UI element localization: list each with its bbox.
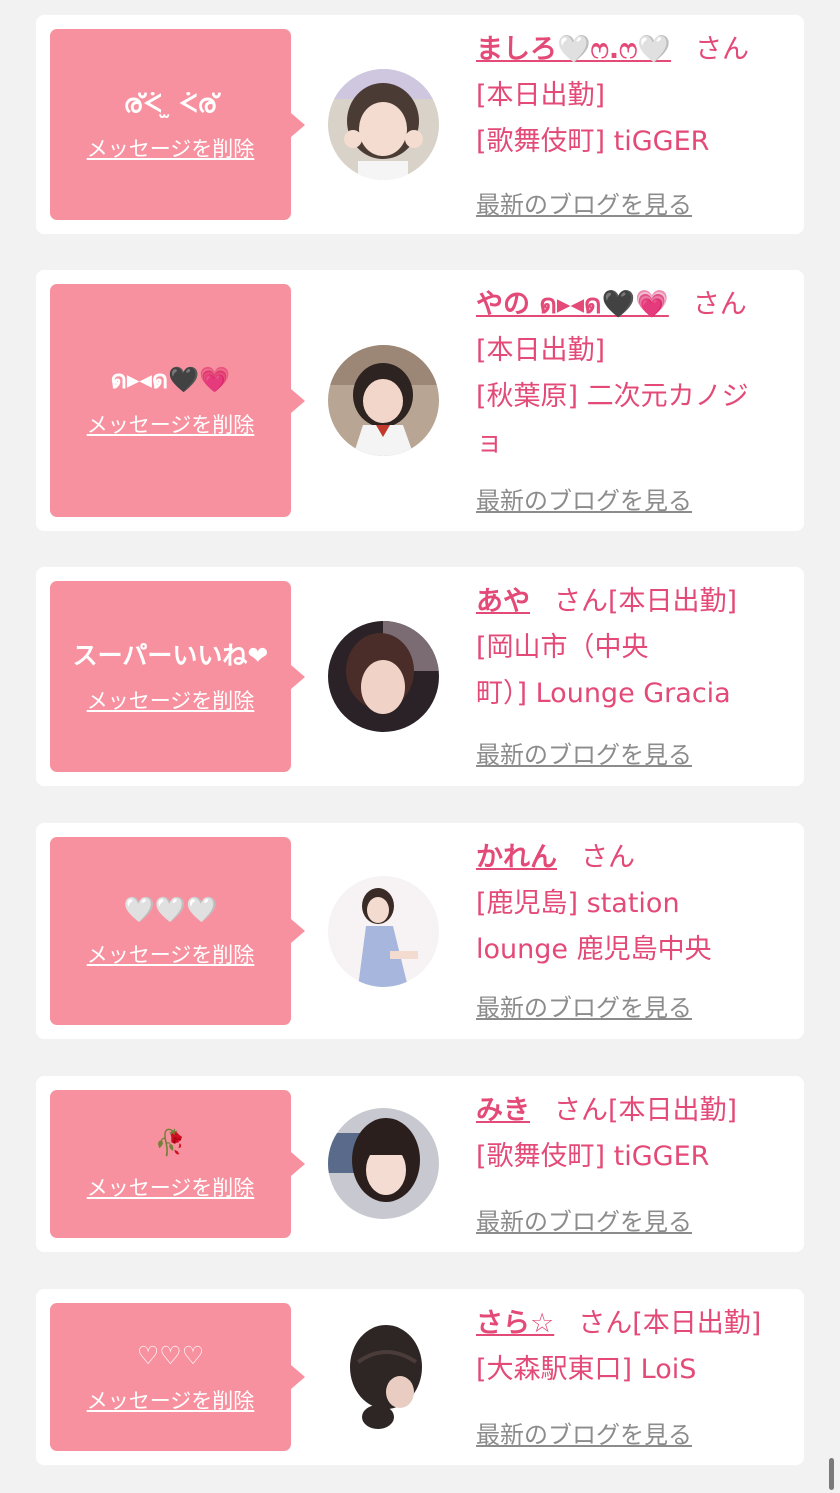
cast-info: やの ด▸◂ด🖤💗 さん [本日出勤] [秋葉原] 二次元カノジ ョ — [476, 282, 788, 466]
message-card: ♡♡♡ メッセージを削除 さら☆ さん[本日出勤] [大森駅東口] LoiS 最新… — [36, 1289, 804, 1465]
avatar[interactable] — [328, 621, 439, 732]
status-line: [本日出勤] — [476, 80, 606, 111]
message-bubble: 🤍🤍🤍 メッセージを削除 — [50, 837, 305, 1025]
message-text: ര്ᢵ ̫ ᢵര് — [123, 88, 218, 118]
blog-link[interactable]: 最新のブログを見る — [476, 735, 692, 770]
cast-info: さら☆ さん[本日出勤] [大森駅東口] LoiS — [476, 1301, 788, 1393]
message-bubble: 🥀 メッセージを削除 — [50, 1090, 305, 1238]
shop-line-cont: ョ — [476, 427, 503, 458]
message-bubble: ര്ᢵ ̫ ᢵര് メッセージを削除 — [50, 29, 305, 220]
cast-name-link[interactable]: やの ด▸◂ด🖤💗 — [476, 289, 669, 320]
blog-link[interactable]: 最新のブログを見る — [476, 481, 692, 516]
message-bubble: ด▸◂ด🖤💗 メッセージを削除 — [50, 284, 305, 517]
honorific: さん — [695, 34, 750, 65]
shop-line: [歌舞伎町] tiGGER — [476, 126, 710, 157]
shop-line: [秋葉原] 二次元カノジ — [476, 381, 749, 412]
cast-name-link[interactable]: みき — [476, 1095, 530, 1126]
message-text: ด▸◂ด🖤💗 — [110, 364, 231, 394]
shop-line: [歌舞伎町] tiGGER — [476, 1141, 710, 1172]
message-card: スーパーいいね❤ メッセージを削除 あや さん[本日出勤] [岡山市（中央 町）]… — [36, 567, 804, 786]
status-line: [本日出勤] — [476, 335, 606, 366]
cast-name-link[interactable]: あや — [476, 586, 530, 617]
delete-message-link[interactable]: メッセージを削除 — [87, 133, 255, 163]
message-text: 🥀 — [154, 1128, 187, 1157]
delete-message-link[interactable]: メッセージを削除 — [87, 939, 255, 969]
message-card: ด▸◂ด🖤💗 メッセージを削除 やの ด▸◂ด🖤💗 さん [本日出勤] [秋葉原]… — [36, 270, 804, 531]
cast-info: みき さん[本日出勤] [歌舞伎町] tiGGER — [476, 1088, 788, 1180]
avatar[interactable] — [328, 345, 439, 456]
blog-link[interactable]: 最新のブログを見る — [476, 1415, 692, 1450]
honorific: さん[本日出勤] — [554, 1095, 738, 1126]
blog-link[interactable]: 最新のブログを見る — [476, 1202, 692, 1237]
cast-info: ましろ🤍ෆ.ෆ🤍 さん [本日出勤] [歌舞伎町] tiGGER — [476, 27, 788, 165]
message-text: ♡♡♡ — [136, 1341, 205, 1370]
delete-message-link[interactable]: メッセージを削除 — [87, 1385, 255, 1415]
cast-info: かれん さん [鹿児島] station lounge 鹿児島中央 — [476, 835, 788, 973]
message-bubble: ♡♡♡ メッセージを削除 — [50, 1303, 305, 1451]
honorific: さん[本日出勤] — [554, 586, 738, 617]
avatar[interactable] — [328, 1322, 439, 1433]
delete-message-link[interactable]: メッセージを削除 — [87, 409, 255, 439]
message-bubble: スーパーいいね❤ メッセージを削除 — [50, 581, 305, 772]
delete-message-link[interactable]: メッセージを削除 — [87, 1172, 255, 1202]
blog-link[interactable]: 最新のブログを見る — [476, 185, 692, 220]
shop-line: [岡山市（中央 — [476, 632, 649, 663]
blog-link[interactable]: 最新のブログを見る — [476, 988, 692, 1023]
shop-line: [鹿児島] station — [476, 888, 680, 919]
message-card: ര്ᢵ ̫ ᢵര് メッセージを削除 ましろ🤍ෆ.ෆ🤍 さん [本日出勤] [歌舞… — [36, 15, 804, 234]
cast-name-link[interactable]: かれん — [476, 842, 557, 873]
honorific: さん — [581, 842, 635, 873]
message-card: 🥀 メッセージを削除 みき さん[本日出勤] [歌舞伎町] tiGGER 最新のブ… — [36, 1076, 804, 1252]
scrollbar[interactable] — [829, 1458, 834, 1490]
shop-line-cont: lounge 鹿児島中央 — [476, 934, 712, 965]
honorific: さん[本日出勤] — [578, 1308, 762, 1339]
cast-name-link[interactable]: さら☆ — [476, 1308, 554, 1339]
avatar[interactable] — [328, 69, 439, 180]
message-text: 🤍🤍🤍 — [123, 895, 218, 924]
message-text: スーパーいいね❤ — [72, 640, 269, 670]
shop-line-cont: 町）] Lounge Gracia — [476, 678, 731, 709]
honorific: さん — [692, 289, 747, 320]
cast-name-link[interactable]: ましろ🤍ෆ.ෆ🤍 — [476, 34, 671, 65]
cast-info: あや さん[本日出勤] [岡山市（中央 町）] Lounge Gracia — [476, 579, 788, 717]
avatar[interactable] — [328, 876, 439, 987]
message-card: 🤍🤍🤍 メッセージを削除 かれん さん [鹿児島] station lounge … — [36, 823, 804, 1039]
avatar[interactable] — [328, 1108, 439, 1219]
delete-message-link[interactable]: メッセージを削除 — [87, 685, 255, 715]
shop-line: [大森駅東口] LoiS — [476, 1354, 697, 1385]
